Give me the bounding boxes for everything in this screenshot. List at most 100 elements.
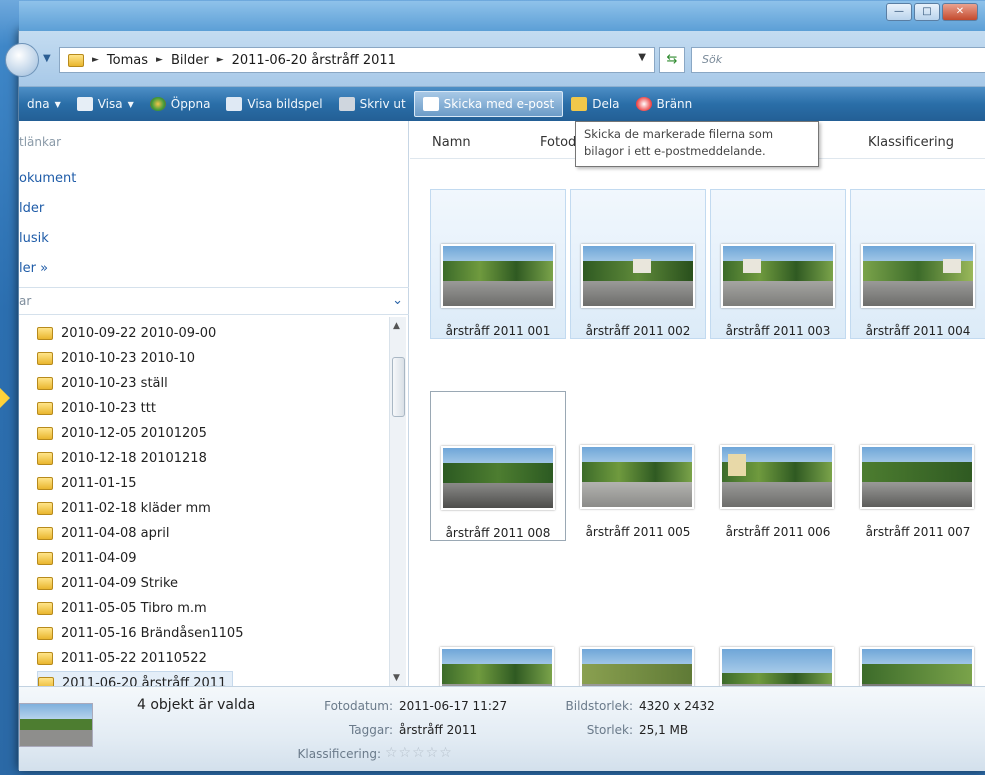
tree-item[interactable]: 2011-05-22 20110522 [37, 646, 207, 670]
print-icon [338, 97, 355, 111]
tree-item-label: 2010-10-23 ttt [61, 400, 156, 416]
detail-label: Storlek: [586, 723, 633, 737]
email-tooltip: Skicka de markerade filerna som bilagor … [575, 121, 819, 167]
tree-item[interactable]: 2011-02-18 kläder mm [37, 496, 211, 520]
open-button[interactable]: Öppna [142, 91, 219, 117]
photo-item[interactable]: årstråff 2011 004 [850, 189, 985, 339]
tree-item-label: 2010-10-23 2010-10 [61, 350, 195, 366]
folder-icon [68, 53, 84, 67]
folder-icon [37, 526, 53, 540]
photo-label: årstråff 2011 004 [865, 324, 971, 338]
explorer-window: — □ ✕ ▼ ► Tomas ► Bilder ► 2011-06-20 år… [5, 1, 985, 771]
tree-item[interactable]: 2010-12-18 20101218 [37, 446, 207, 470]
views-icon [76, 97, 93, 111]
recent-pages-dropdown-icon[interactable]: ▼ [43, 53, 51, 64]
favorite-link-more[interactable]: ler » [19, 261, 48, 276]
folder-icon [37, 476, 53, 490]
photo-item[interactable]: årstråff 2011 007 [850, 391, 985, 541]
tree-item[interactable]: 2010-09-22 2010-09-00 [37, 321, 216, 345]
breadcrumb-item[interactable]: Tomas [107, 53, 148, 68]
maximize-icon[interactable]: □ [914, 3, 940, 21]
chevron-down-icon: ▼ [127, 99, 134, 109]
tree-item[interactable]: 2010-12-05 20101205 [37, 421, 207, 445]
tree-item[interactable]: 2011-04-09 Strike [37, 571, 178, 595]
address-dropdown-icon[interactable]: ▼ [638, 52, 646, 63]
tree-item[interactable]: 2011-01-15 [37, 471, 137, 495]
photo-label: årstråff 2011 001 [445, 324, 551, 338]
column-header-rating[interactable]: Klassificering [868, 135, 954, 150]
detail-label: Taggar: [348, 723, 393, 737]
tree-item[interactable]: 2011-05-05 Tibro m.m [37, 596, 207, 620]
scroll-up-icon[interactable]: ▲ [393, 321, 400, 331]
tree-item[interactable]: 2011-04-09 [37, 546, 137, 570]
email-button[interactable]: Skicka med e-post [413, 91, 564, 117]
email-icon [422, 97, 439, 111]
folder-icon [37, 351, 53, 365]
photo-label: årstråff 2011 005 [585, 525, 691, 539]
tree-item-label: 2011-05-05 Tibro m.m [61, 600, 207, 616]
print-button[interactable]: Skriv ut [331, 91, 414, 117]
toolbar-label: Bränn [656, 97, 693, 111]
chevron-down-icon[interactable]: ⌄ [392, 288, 403, 314]
close-icon[interactable]: ✕ [942, 3, 978, 21]
photo-item[interactable]: årstråff 2011 003 [710, 189, 846, 339]
folder-icon [37, 401, 53, 415]
breadcrumb-separator-icon[interactable]: ► [156, 55, 163, 65]
breadcrumb-item[interactable]: 2011-06-20 årstråff 2011 [232, 53, 396, 68]
detail-label: Fotodatum: [324, 699, 393, 713]
scrollbar-thumb[interactable] [392, 357, 405, 417]
folder-icon [37, 551, 53, 565]
views-button[interactable]: Visa ▼ [69, 91, 142, 117]
burn-button[interactable]: Bränn [628, 91, 701, 117]
tree-item[interactable]: 2010-10-23 ttt [37, 396, 156, 420]
share-icon [571, 97, 588, 111]
toolbar-label: Visa bildspel [247, 97, 323, 111]
tree-item-selected[interactable]: 2011-06-20 årstråff 2011 [37, 671, 234, 687]
breadcrumb-separator-icon[interactable]: ► [217, 55, 224, 65]
favorite-link-documents[interactable]: okument [19, 171, 76, 186]
breadcrumb-separator-icon[interactable]: ► [92, 55, 99, 65]
folders-header[interactable]: ar ⌄ [19, 287, 409, 315]
favorite-link-music[interactable]: lusik [19, 231, 49, 246]
detail-value[interactable]: 2011-06-17 11:27 [399, 699, 507, 713]
favorite-link-pictures[interactable]: lder [19, 201, 44, 216]
share-button[interactable]: Dela [563, 91, 627, 117]
tree-item-label: 2010-09-22 2010-09-00 [61, 325, 217, 341]
toolbar-label: Dela [592, 97, 620, 111]
scroll-down-icon[interactable]: ▼ [393, 673, 400, 683]
detail-value: 4320 x 2432 [639, 699, 715, 713]
folder-icon [37, 451, 53, 465]
minimize-icon[interactable]: — [886, 3, 912, 21]
address-bar[interactable]: ► Tomas ► Bilder ► 2011-06-20 årstråff 2… [59, 47, 655, 73]
burn-icon [635, 97, 652, 111]
tree-item[interactable]: 2010-10-23 ställ [37, 371, 168, 395]
tree-scrollbar[interactable]: ▲ ▼ [389, 317, 406, 687]
refresh-button[interactable]: ⇆ [659, 47, 685, 73]
open-icon [149, 97, 166, 111]
tree-item[interactable]: 2011-04-08 april [37, 521, 169, 545]
column-header-name[interactable]: Namn [432, 135, 471, 150]
folder-icon [37, 626, 53, 640]
photo-item[interactable]: årstråff 2011 006 [710, 391, 846, 541]
search-input[interactable]: Sök [691, 47, 985, 73]
detail-value[interactable]: årstråff 2011 [399, 723, 477, 737]
tree-item[interactable]: 2011-05-16 Brändåsen1105 [37, 621, 243, 645]
organize-button[interactable]: dna ▼ [19, 91, 69, 117]
photo-item[interactable]: årstråff 2011 008 [430, 391, 566, 541]
tree-item-label: 2011-04-09 [61, 550, 137, 566]
photo-label: årstråff 2011 002 [585, 324, 691, 338]
rating-stars[interactable]: ☆☆☆☆☆ [385, 745, 453, 761]
folder-icon [37, 601, 53, 615]
tree-item[interactable]: 2010-10-23 2010-10 [37, 346, 195, 370]
address-row: ▼ ► Tomas ► Bilder ► 2011-06-20 årstråff… [5, 31, 985, 87]
command-bar: dna ▼ Visa ▼ Öppna Visa bildspel Skriv u… [19, 87, 985, 121]
photo-thumbnail [581, 244, 695, 308]
photo-item[interactable]: årstråff 2011 005 [570, 391, 706, 541]
breadcrumb-item[interactable]: Bilder [171, 53, 209, 68]
photo-item[interactable]: årstråff 2011 002 [570, 189, 706, 339]
back-button[interactable] [5, 43, 39, 77]
details-pane: 4 objekt är valda Fotodatum: 2011-06-17 … [19, 686, 985, 771]
tree-item-label: 2010-12-05 20101205 [61, 425, 207, 441]
photo-item[interactable]: årstråff 2011 001 [430, 189, 566, 339]
slideshow-button[interactable]: Visa bildspel [218, 91, 330, 117]
